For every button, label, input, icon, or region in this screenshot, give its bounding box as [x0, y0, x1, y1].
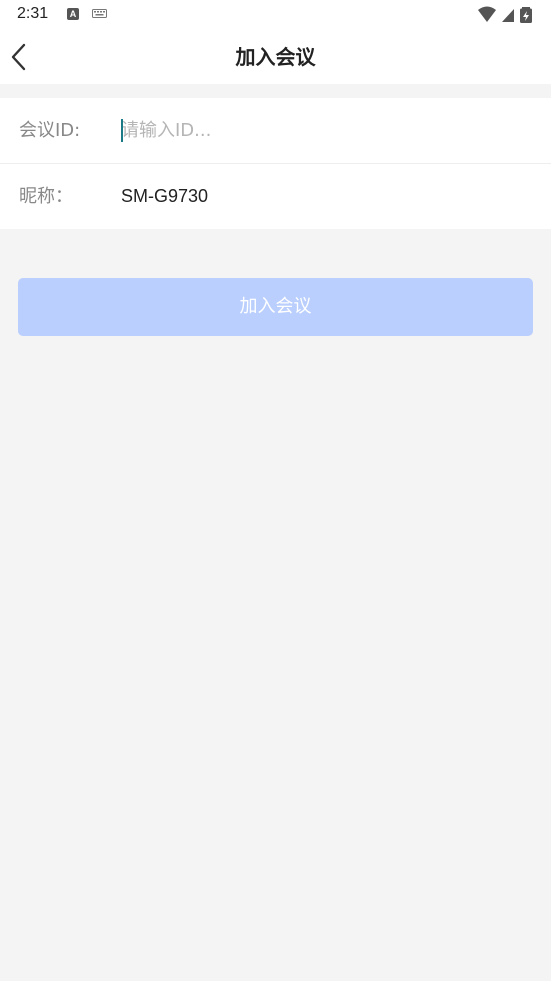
chevron-left-icon: [11, 43, 26, 71]
meeting-id-label: 会议ID:: [19, 120, 81, 141]
status-time: 2:31: [17, 5, 49, 22]
meeting-id-row: 会议ID:: [0, 98, 551, 163]
join-form: 会议ID: 昵称： SM-G9730: [0, 98, 551, 229]
text-a-icon: A: [67, 8, 79, 20]
keyboard-icon: [92, 9, 107, 18]
app-bar: 加入会议: [0, 30, 551, 84]
signal-icon: [502, 9, 514, 22]
back-button[interactable]: [4, 38, 38, 76]
text-caret: [121, 119, 123, 142]
page-title: 加入会议: [235, 45, 316, 69]
battery-charging-icon: [520, 7, 532, 23]
meeting-id-input[interactable]: [121, 98, 531, 163]
join-meeting-button[interactable]: 加入会议: [18, 278, 533, 336]
nickname-field[interactable]: SM-G9730: [121, 164, 208, 229]
nickname-label: 昵称：: [19, 186, 73, 207]
status-icons: [478, 6, 532, 23]
wifi-icon: [478, 6, 496, 22]
nickname-row: 昵称： SM-G9730: [0, 164, 551, 229]
status-bar: 2:31 A: [0, 0, 551, 30]
